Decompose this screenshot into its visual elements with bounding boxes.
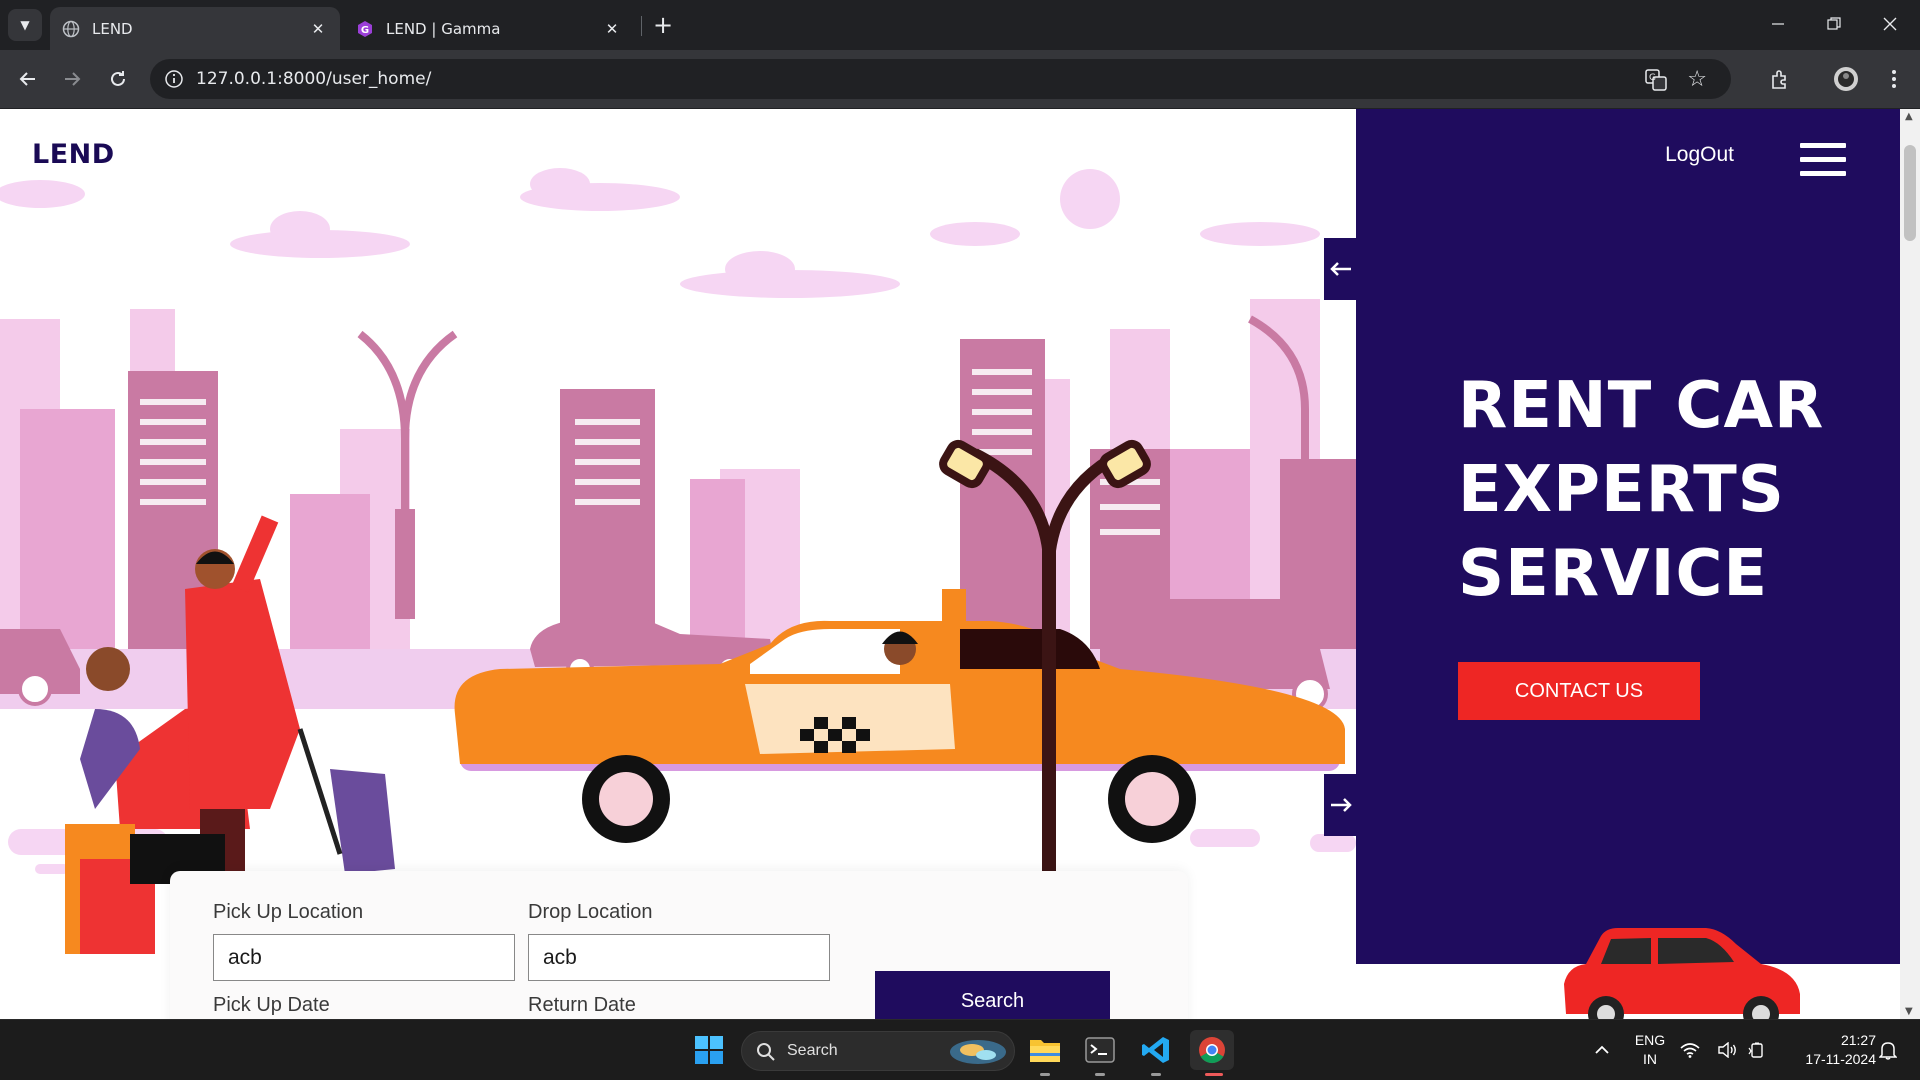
- hero-title-line: EXPERTS: [1458, 453, 1785, 527]
- search-button[interactable]: Search: [875, 971, 1110, 1019]
- tab-title: LEND | Gamma: [386, 19, 501, 38]
- drop-location-input[interactable]: [528, 934, 830, 981]
- pickup-location-input[interactable]: [213, 934, 515, 981]
- profile-avatar-icon[interactable]: [1830, 63, 1862, 95]
- region-code: IN: [1643, 1051, 1657, 1067]
- restore-icon[interactable]: [1814, 10, 1854, 38]
- tab-search-dropdown-icon[interactable]: ▼: [8, 9, 42, 41]
- scroll-down-icon[interactable]: ▼: [1905, 1006, 1913, 1017]
- volume-icon[interactable]: [1714, 1030, 1742, 1070]
- gamma-icon: G: [358, 20, 372, 37]
- running-indicator: [1095, 1073, 1105, 1076]
- slider-next-arrow-icon[interactable]: [1324, 774, 1358, 836]
- pickup-date-label: Pick Up Date: [213, 994, 330, 1016]
- contact-us-button[interactable]: CONTACT US: [1458, 662, 1700, 720]
- running-indicator: [1040, 1073, 1050, 1076]
- reload-icon[interactable]: [102, 63, 134, 95]
- extensions-icon[interactable]: [1764, 63, 1796, 95]
- svg-text:G: G: [1649, 73, 1656, 83]
- active-indicator: [1205, 1073, 1223, 1076]
- input-language-indicator[interactable]: ENG IN: [1627, 1031, 1673, 1069]
- address-bar[interactable]: 127.0.0.1:8000/user_home/ G ☆: [150, 59, 1731, 99]
- browser-tab-strip: ▼ LEND ✕ G LEND | Gamma ✕ +: [0, 0, 1920, 50]
- translate-icon[interactable]: G: [1645, 69, 1667, 91]
- hero-title: RENT CAR EXPERTS SERVICE: [1458, 364, 1824, 616]
- search-icon: [757, 1043, 775, 1061]
- wifi-icon[interactable]: [1676, 1030, 1704, 1070]
- site-logo[interactable]: LEND: [32, 139, 115, 170]
- browser-toolbar: 127.0.0.1:8000/user_home/ G ☆: [0, 50, 1920, 109]
- tab-lend[interactable]: LEND ✕: [50, 7, 340, 50]
- scrollbar-thumb[interactable]: [1904, 145, 1916, 241]
- hero-side-panel: LogOut RENT CAR EXPERTS SERVICE CONTACT …: [1356, 109, 1900, 964]
- logout-link[interactable]: LogOut: [1665, 143, 1734, 167]
- url-text: 127.0.0.1:8000/user_home/: [196, 69, 432, 89]
- windows-start-icon[interactable]: [689, 1030, 729, 1070]
- slider-prev-arrow-icon[interactable]: [1324, 238, 1358, 300]
- forward-arrow-icon[interactable]: [56, 63, 88, 95]
- notifications-bell-icon[interactable]: [1874, 1030, 1902, 1070]
- page-scrollbar[interactable]: ▲ ▼: [1900, 109, 1920, 1019]
- site-info-icon[interactable]: [164, 69, 184, 89]
- globe-icon: [62, 20, 80, 37]
- terminal-icon[interactable]: [1080, 1030, 1120, 1070]
- booking-form: Pick Up Location Drop Location Pick Up D…: [170, 871, 1188, 1019]
- vscode-icon[interactable]: [1136, 1030, 1176, 1070]
- close-tab-icon[interactable]: ✕: [602, 20, 622, 38]
- browser-menu-icon[interactable]: [1878, 63, 1910, 95]
- hero-title-line: RENT CAR: [1458, 369, 1825, 443]
- new-tab-icon[interactable]: +: [648, 12, 678, 38]
- show-hidden-icons-chevron-icon[interactable]: [1582, 1030, 1622, 1070]
- drop-location-label: Drop Location: [528, 901, 653, 923]
- hamburger-menu-icon[interactable]: [1800, 143, 1846, 179]
- scroll-up-icon[interactable]: ▲: [1905, 111, 1913, 122]
- clock-date: 17-11-2024: [1805, 1051, 1876, 1067]
- pickup-location-label: Pick Up Location: [213, 901, 364, 923]
- return-date-label: Return Date: [528, 994, 636, 1016]
- minimize-icon[interactable]: [1758, 10, 1798, 38]
- running-indicator: [1151, 1073, 1161, 1076]
- hero-title-line: SERVICE: [1458, 537, 1769, 611]
- file-explorer-icon[interactable]: [1025, 1030, 1065, 1070]
- language-code: ENG: [1634, 1032, 1666, 1048]
- tab-divider: [641, 16, 642, 36]
- taskbar-clock[interactable]: 21:27 17-11-2024: [1780, 1031, 1876, 1069]
- windows-taskbar: Search ENG IN 21:27 17-11-2024: [0, 1019, 1920, 1080]
- bookmark-star-icon[interactable]: ☆: [1687, 67, 1707, 92]
- close-window-icon[interactable]: [1870, 10, 1910, 38]
- taskbar-search-box[interactable]: Search: [741, 1031, 1015, 1071]
- taskbar-search-label: Search: [787, 1042, 838, 1059]
- tab-lend-gamma[interactable]: G LEND | Gamma ✕: [344, 7, 634, 50]
- chrome-icon[interactable]: [1190, 1030, 1234, 1070]
- page-viewport: LEND LogOut RENT CAR EXPERTS SERVICE CON…: [0, 109, 1920, 1019]
- svg-text:G: G: [361, 25, 369, 36]
- back-arrow-icon[interactable]: [12, 63, 44, 95]
- tab-title: LEND: [92, 19, 133, 38]
- battery-charging-icon[interactable]: [1744, 1030, 1772, 1070]
- red-car-illustration: [1564, 928, 1800, 1019]
- search-highlight-icon: [950, 1040, 1006, 1064]
- close-tab-icon[interactable]: ✕: [308, 20, 328, 38]
- clock-time: 21:27: [1840, 1032, 1876, 1048]
